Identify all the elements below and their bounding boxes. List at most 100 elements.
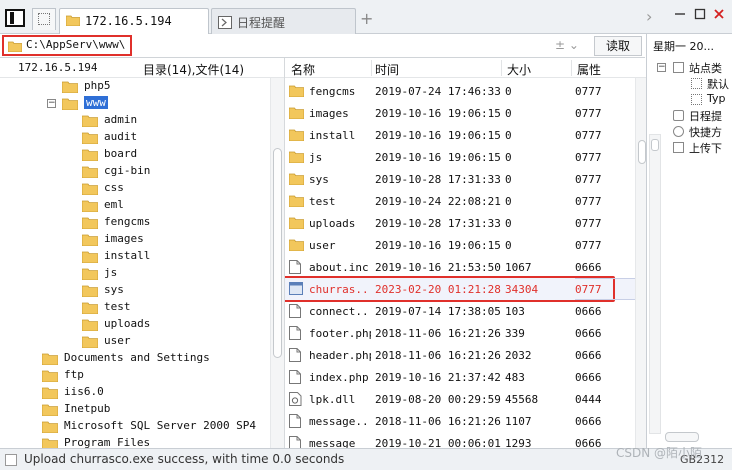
close-icon[interactable] bbox=[711, 8, 727, 24]
tree-item-label: js bbox=[104, 266, 118, 279]
home-tab[interactable] bbox=[32, 8, 56, 30]
file-row[interactable]: images 2019-10-16 19:06:15 0 0777 bbox=[285, 102, 635, 124]
cell-name: footer.php bbox=[309, 327, 371, 340]
folder-icon bbox=[81, 318, 99, 334]
column-divider[interactable] bbox=[371, 60, 372, 76]
scroll-thumb[interactable] bbox=[273, 148, 282, 358]
panel-toggle-button[interactable] bbox=[5, 9, 25, 27]
tree-item-label: sys bbox=[104, 283, 124, 296]
transfer-icon bbox=[673, 142, 684, 153]
cell-size: 0 bbox=[505, 239, 512, 252]
file-row[interactable]: message... 2018-11-06 16:21:26 1107 0666 bbox=[285, 410, 635, 432]
cell-size: 0 bbox=[505, 195, 512, 208]
folder-icon bbox=[81, 199, 99, 215]
cell-name: churras... bbox=[309, 283, 371, 296]
exe-icon bbox=[289, 282, 303, 298]
file-row[interactable]: about.inc 2019-10-16 21:53:50 1067 0666 bbox=[285, 256, 635, 278]
file-icon bbox=[289, 348, 301, 365]
path-history-dropdown[interactable]: ± ⌄ bbox=[555, 38, 579, 52]
file-row[interactable]: message 2019-10-21 00:06:01 1293 0666 bbox=[285, 432, 635, 448]
column-header-size[interactable]: 大小 bbox=[507, 61, 531, 78]
cell-size: 339 bbox=[505, 327, 525, 340]
column-divider[interactable] bbox=[571, 60, 572, 76]
tree-item-label: iis6.0 bbox=[64, 385, 104, 398]
file-row[interactable]: connect... 2019-07-14 17:38:05 103 0666 bbox=[285, 300, 635, 322]
read-button[interactable]: 读取 bbox=[594, 36, 642, 56]
column-divider[interactable] bbox=[501, 60, 502, 76]
path-input[interactable]: C:\AppServ\www\ bbox=[2, 35, 132, 56]
cell-size: 0 bbox=[505, 151, 512, 164]
minimize-icon[interactable] bbox=[672, 8, 688, 24]
cell-size: 45568 bbox=[505, 393, 539, 406]
cell-time: 2018-11-06 16:21:26 bbox=[375, 415, 501, 428]
file-row[interactable]: test 2019-10-24 22:08:21 0 0777 bbox=[285, 190, 635, 212]
cell-size: 0 bbox=[505, 107, 512, 120]
cell-time: 2019-10-16 21:53:50 bbox=[375, 261, 501, 274]
side-panel-hscroll[interactable] bbox=[665, 432, 699, 442]
tab-bar: 172.16.5.194 日程提醒 + › bbox=[0, 0, 732, 34]
cell-attr: 0777 bbox=[575, 85, 602, 98]
column-header-time[interactable]: 时间 bbox=[375, 61, 399, 78]
scroll-tabs-right-button[interactable]: › bbox=[646, 7, 652, 26]
file-list-scrollbar[interactable] bbox=[635, 78, 646, 448]
add-tab-button[interactable]: + bbox=[360, 9, 373, 28]
tree-item-label: audit bbox=[104, 130, 138, 143]
tree-header: 172.16.5.194 目录(14),文件(14) bbox=[0, 58, 284, 78]
folder-icon bbox=[288, 150, 305, 166]
file-row[interactable]: fengcms 2019-07-24 17:46:33 0 0777 bbox=[285, 80, 635, 102]
tree-item-label: fengcms bbox=[104, 215, 151, 228]
file-row[interactable]: js 2019-10-16 19:06:15 0 0777 bbox=[285, 146, 635, 168]
column-header-name[interactable]: 名称 bbox=[291, 61, 315, 78]
file-row[interactable]: header.php 2018-11-06 16:21:26 2032 0666 bbox=[285, 344, 635, 366]
cell-name: connect... bbox=[309, 305, 371, 318]
file-row-selected[interactable]: churras... 2023-02-20 01:21:28 34304 0777 bbox=[285, 276, 641, 302]
cell-time: 2019-10-21 00:06:01 bbox=[375, 437, 501, 448]
tree-item-label: Program Files bbox=[64, 436, 151, 448]
dotted-box-icon bbox=[691, 94, 702, 105]
scroll-thumb[interactable] bbox=[651, 139, 659, 151]
tab-schedule[interactable]: 日程提醒 bbox=[211, 8, 356, 34]
folder-icon bbox=[81, 114, 99, 130]
cell-name: test bbox=[309, 195, 336, 208]
folder-icon bbox=[65, 14, 81, 29]
folder-icon bbox=[288, 194, 305, 210]
cell-attr: 0666 bbox=[575, 305, 602, 318]
cell-time: 2019-07-24 17:46:33 bbox=[375, 85, 501, 98]
cell-size: 103 bbox=[505, 305, 525, 318]
file-row[interactable]: user 2019-10-16 19:06:15 0 0777 bbox=[285, 234, 635, 256]
cell-name: user bbox=[309, 239, 336, 252]
tree-node-label: 快捷方 bbox=[689, 126, 722, 139]
tree-item-label: user bbox=[104, 334, 131, 347]
date-label: 星期一 20... bbox=[653, 40, 714, 53]
file-row[interactable]: uploads 2019-10-28 17:31:33 0 0777 bbox=[285, 212, 635, 234]
file-icon bbox=[289, 260, 301, 277]
folder-icon bbox=[81, 250, 99, 266]
cell-attr: 0666 bbox=[575, 261, 602, 274]
file-row[interactable]: index.php 2019-10-16 21:37:42 483 0666 bbox=[285, 366, 635, 388]
tree-scrollbar[interactable] bbox=[270, 78, 284, 448]
collapse-icon[interactable]: − bbox=[47, 99, 56, 108]
cell-attr: 0666 bbox=[575, 327, 602, 340]
column-header-attr[interactable]: 属性 bbox=[577, 61, 601, 78]
schedule-icon bbox=[673, 110, 684, 121]
tree-item-label: Microsoft SQL Server 2000 SP4 bbox=[64, 419, 257, 432]
folder-icon bbox=[81, 267, 99, 283]
maximize-icon[interactable] bbox=[692, 8, 708, 24]
cell-time: 2019-10-16 19:06:15 bbox=[375, 239, 501, 252]
scroll-thumb[interactable] bbox=[638, 140, 646, 164]
file-icon bbox=[289, 326, 301, 343]
side-panel-scrollbar[interactable] bbox=[649, 134, 661, 434]
tree-node-label: 站点类 bbox=[689, 62, 722, 75]
hand-icon bbox=[673, 126, 684, 137]
file-row[interactable]: install 2019-10-16 19:06:15 0 0777 bbox=[285, 124, 635, 146]
watermark: CSDN @陌小陌 bbox=[616, 446, 703, 460]
tab-remote-host[interactable]: 172.16.5.194 bbox=[59, 8, 209, 34]
file-icon bbox=[289, 304, 301, 321]
tree-item-label: Inetpub bbox=[64, 402, 111, 415]
file-row[interactable]: lpk.dll 2019-08-20 00:29:59 45568 0444 bbox=[285, 388, 635, 410]
file-row[interactable]: sys 2019-10-28 17:31:33 0 0777 bbox=[285, 168, 635, 190]
tree-item-label: www bbox=[84, 96, 108, 109]
collapse-icon[interactable]: − bbox=[657, 63, 666, 72]
cell-attr: 0777 bbox=[575, 283, 602, 296]
file-row[interactable]: footer.php 2018-11-06 16:21:26 339 0666 bbox=[285, 322, 635, 344]
